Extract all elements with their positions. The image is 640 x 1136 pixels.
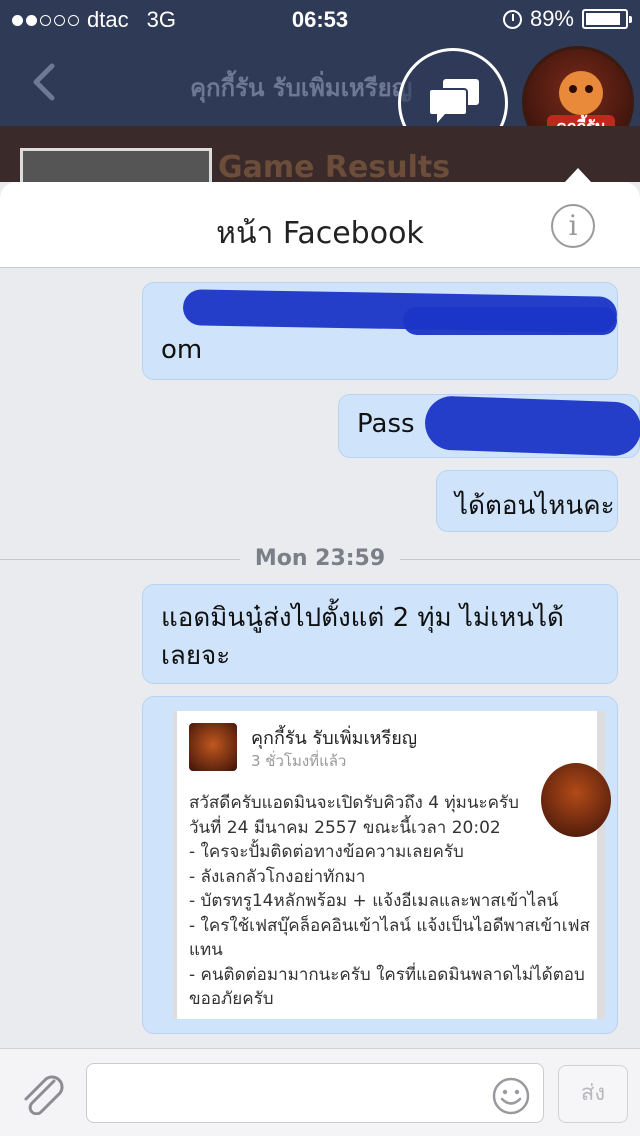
message-bubble: ได้ตอนไหนคะ (436, 470, 618, 532)
page-title: คุกกี้รัน รับเพิ่มเหรียญ (190, 74, 413, 102)
battery-percent: 89% (529, 6, 574, 31)
post-body: สวัสดีครับแอดมินจะเปิดรับคิวถึง 4 ทุ่มนะ… (189, 791, 590, 1012)
popover-title: หน้า Facebook (216, 216, 424, 251)
post-line: - ใครใช้เฟสบุ๊คล็อคอินเข้าไลน์ แจ้งเป็นไ… (189, 915, 590, 936)
post-line: - ใครจะปั้มติดต่อทางข้อความเลยครับ (189, 842, 464, 862)
post-avatar (189, 723, 237, 771)
post-line: วันที่ 24 มีนาคม 2557 ขณะนี้เวลา 20:02 (189, 817, 501, 838)
popover-header: หน้า Facebook i (0, 182, 640, 268)
message-text: แอดมินนู๋ส่งไปตั้งแต่ 2 ทุ่ม ไม่เหนได้เล… (161, 603, 564, 671)
post-line: - คนติดต่อมามากนะครับ ใครที่แอดมินพลาดไม… (189, 964, 585, 985)
chat-bubbles-icon (428, 79, 479, 123)
message-text: Pass (357, 409, 415, 439)
navigation-bar: คุกกี้รัน รับเพิ่มเหรียญ คุกกี้รัน (0, 40, 640, 158)
shared-post-screenshot: คุกกี้รัน รับเพิ่มเหรียญ 3 ชั่วโมงที่แล้… (173, 711, 611, 1019)
battery-fill (586, 13, 620, 25)
message-bubble: Pass (338, 394, 640, 458)
post-line: ขออภัยครับ (189, 989, 274, 1009)
background-content: Game Results (0, 126, 640, 182)
status-right: 89% (502, 6, 632, 32)
message-composer: ส่ง (0, 1048, 640, 1136)
alarm-icon (502, 9, 522, 29)
info-icon[interactable]: i (551, 204, 595, 248)
message-bubble: แอดมินนู๋ส่งไปตั้งแต่ 2 ทุ่ม ไม่เหนได้เล… (142, 584, 618, 684)
background-heading: Game Results (218, 150, 451, 182)
chevron-left-icon[interactable] (28, 62, 58, 102)
status-bar: dtac 3G 06:53 89% (0, 0, 640, 40)
post-line: สวัสดีครับแอดมินจะเปิดรับคิวถึง 4 ทุ่มนะ… (189, 793, 519, 813)
redaction-scribble (424, 395, 640, 457)
send-button[interactable]: ส่ง (558, 1065, 628, 1123)
message-text: om (161, 335, 203, 365)
battery-icon (582, 9, 632, 29)
message-input[interactable] (86, 1063, 544, 1123)
timestamp-label: Mon 23:59 (254, 546, 386, 571)
post-author: คุกกี้รัน รับเพิ่มเหรียญ (251, 728, 418, 749)
paperclip-icon[interactable] (20, 1073, 66, 1119)
post-page-badge (541, 763, 611, 837)
message-text: ได้ตอนไหนคะ (455, 491, 615, 521)
thumbnail (20, 148, 212, 182)
post-line: - บัตรทรู14หลักพร้อม + แจ้งอีเมลและพาสเข… (189, 891, 559, 911)
timestamp-divider: Mon 23:59 (0, 546, 640, 572)
message-bubble: om (142, 282, 618, 380)
post-time: 3 ชั่วโมงที่แล้ว (251, 752, 347, 770)
redaction-scribble (403, 307, 617, 335)
post-line: แทน (189, 940, 223, 960)
smiley-icon[interactable] (492, 1077, 530, 1119)
image-message-bubble[interactable]: คุกกี้รัน รับเพิ่มเหรียญ 3 ชั่วโมงที่แล้… (142, 696, 618, 1034)
popover-arrow (564, 168, 592, 183)
post-line: - ลังเลกลัวโกงอย่าทักมา (189, 866, 366, 887)
messages-popover: หน้า Facebook i om Pass ได้ตอนไหนคะ Mon … (0, 182, 640, 1136)
